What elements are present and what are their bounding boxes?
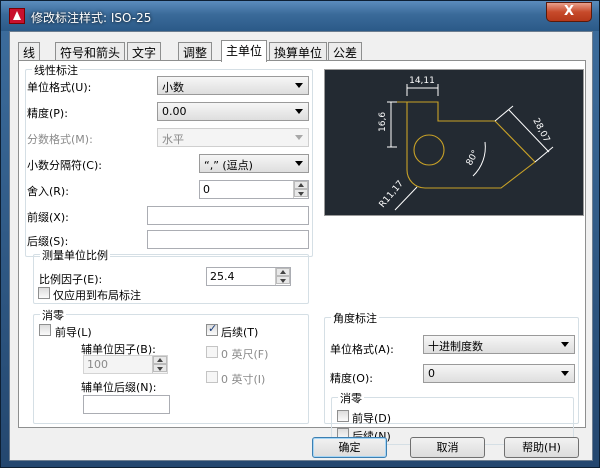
angular-precision-select[interactable]: 0	[423, 364, 575, 383]
chevron-down-icon	[295, 109, 303, 114]
ok-button[interactable]: 确定	[312, 437, 387, 458]
cancel-button[interactable]: 取消	[410, 437, 485, 458]
dialog-client: 线 符号和箭头 文字 调整 主单位 換算单位 公差 线性标注 单位格式(U): …	[9, 31, 593, 461]
precision-label: 精度(P):	[27, 107, 68, 120]
window-title: 修改标注样式: ISO-25	[31, 11, 152, 25]
unit-format-value: 小数	[162, 81, 184, 94]
sub-unit-suffix-input[interactable]	[83, 395, 170, 414]
angular-zero-suppression-title: 消零	[338, 390, 364, 406]
unit-format-label: 单位格式(U):	[27, 81, 92, 94]
prefix-label: 前缀(X):	[27, 211, 69, 224]
tab-lines[interactable]: 线	[18, 42, 41, 60]
zero-feet-checkbox[interactable]	[206, 346, 218, 358]
dim-left-text: 16,6	[378, 112, 388, 132]
angular-leading-checkbox[interactable]	[337, 410, 349, 422]
suffix-input[interactable]	[147, 230, 309, 249]
dim-radius-text: R11,17	[378, 179, 406, 210]
decimal-separator-label: 小数分隔符(C):	[27, 159, 102, 172]
precision-select[interactable]: 0.00	[157, 102, 309, 121]
chevron-down-icon	[295, 83, 303, 88]
zero-inch-label: 0 英寸(I)	[221, 373, 266, 386]
scale-factor-spinner[interactable]	[275, 268, 290, 285]
angular-unit-format-value: 十进制度数	[428, 340, 483, 353]
decimal-separator-value: “,” (逗点)	[204, 159, 253, 172]
angular-precision-value: 0	[428, 367, 435, 380]
spin-down-icon[interactable]	[294, 189, 308, 197]
tab-panel-primary-units: 线性标注 单位格式(U): 小数 精度(P): 0.00 分数格式(M): 水平…	[18, 60, 586, 445]
dimension-preview: 14,11 16,6 28,07 80° R11,17	[324, 69, 584, 216]
angular-unit-format-label: 单位格式(A):	[330, 343, 394, 356]
spin-up-icon[interactable]	[276, 268, 290, 276]
preview-dimensions	[387, 84, 554, 211]
precision-value: 0.00	[162, 105, 187, 118]
title-bar[interactable]: 修改标注样式: ISO-25 X	[1, 1, 599, 31]
chevron-down-icon	[295, 135, 303, 140]
dialog-window: 修改标注样式: ISO-25 X 线 符号和箭头 文字 调整 主单位 換算单位 …	[0, 0, 600, 468]
zero-suppression-title: 消零	[40, 307, 66, 323]
round-off-value: 0	[203, 183, 210, 196]
zero-inch-checkbox[interactable]	[206, 371, 218, 383]
prefix-input[interactable]	[147, 206, 309, 225]
sub-unit-factor-spinner[interactable]	[152, 356, 167, 373]
round-off-spinner[interactable]	[293, 181, 308, 198]
layout-only-label: 仅应用到布局标注	[53, 289, 141, 302]
sub-unit-factor-value: 100	[87, 358, 108, 371]
sub-unit-suffix-label: 辅单位后缀(N):	[81, 381, 157, 394]
fraction-format-label: 分数格式(M):	[27, 133, 93, 146]
round-off-label: 舍入(R):	[27, 185, 69, 198]
layout-only-checkbox[interactable]	[38, 287, 50, 299]
trailing-zero-checkbox[interactable]	[206, 322, 218, 336]
leading-zero-label: 前导(L)	[55, 326, 92, 339]
dim-top-text: 14,11	[409, 76, 435, 86]
sub-unit-factor-input[interactable]: 100	[83, 355, 168, 374]
chevron-down-icon	[561, 371, 569, 376]
autocad-logo-icon	[9, 8, 25, 24]
trailing-zero-label: 后续(T)	[221, 326, 259, 339]
preview-drawing: 14,11 16,6 28,07 80° R11,17	[378, 76, 554, 211]
spin-up-icon[interactable]	[153, 356, 167, 364]
leading-zero-checkbox[interactable]	[39, 324, 51, 336]
scale-factor-input[interactable]: 25.4	[206, 267, 291, 286]
chevron-down-icon	[295, 161, 303, 166]
angular-leading-label: 前导(D)	[352, 412, 392, 425]
close-button[interactable]: X	[546, 2, 592, 22]
zero-feet-label: 0 英尺(F)	[221, 348, 269, 361]
scale-factor-label: 比例因子(E):	[39, 273, 103, 286]
spin-down-icon[interactable]	[153, 364, 167, 372]
angular-unit-format-select[interactable]: 十进制度数	[423, 335, 575, 354]
tab-alternate-units[interactable]: 換算单位	[269, 42, 328, 60]
preview-hole-circle	[413, 134, 445, 166]
tab-symbols-arrows[interactable]: 符号和箭头	[55, 42, 126, 60]
tab-primary-units[interactable]: 主单位	[221, 40, 268, 62]
chevron-down-icon	[561, 342, 569, 347]
help-button[interactable]: 帮助(H)	[504, 437, 579, 458]
angular-precision-label: 精度(O):	[330, 372, 373, 385]
scale-factor-value: 25.4	[210, 270, 235, 283]
dim-right-text: 28,07	[530, 117, 551, 144]
spin-up-icon[interactable]	[294, 181, 308, 189]
tab-text[interactable]: 文字	[127, 42, 162, 60]
measurement-scale-title: 测量单位比例	[40, 247, 110, 263]
unit-format-select[interactable]: 小数	[157, 76, 309, 95]
dim-angle-text: 80°	[465, 149, 481, 168]
spin-down-icon[interactable]	[276, 276, 290, 284]
round-off-input[interactable]: 0	[199, 180, 309, 199]
fraction-format-select[interactable]: 水平	[157, 128, 309, 147]
linear-dimensions-title: 线性标注	[32, 62, 80, 78]
tab-fit[interactable]: 调整	[178, 42, 213, 60]
decimal-separator-select[interactable]: “,” (逗点)	[199, 154, 309, 173]
tab-tolerances[interactable]: 公差	[328, 42, 363, 60]
angular-dimensions-title: 角度标注	[331, 310, 379, 326]
fraction-format-value: 水平	[162, 133, 184, 146]
